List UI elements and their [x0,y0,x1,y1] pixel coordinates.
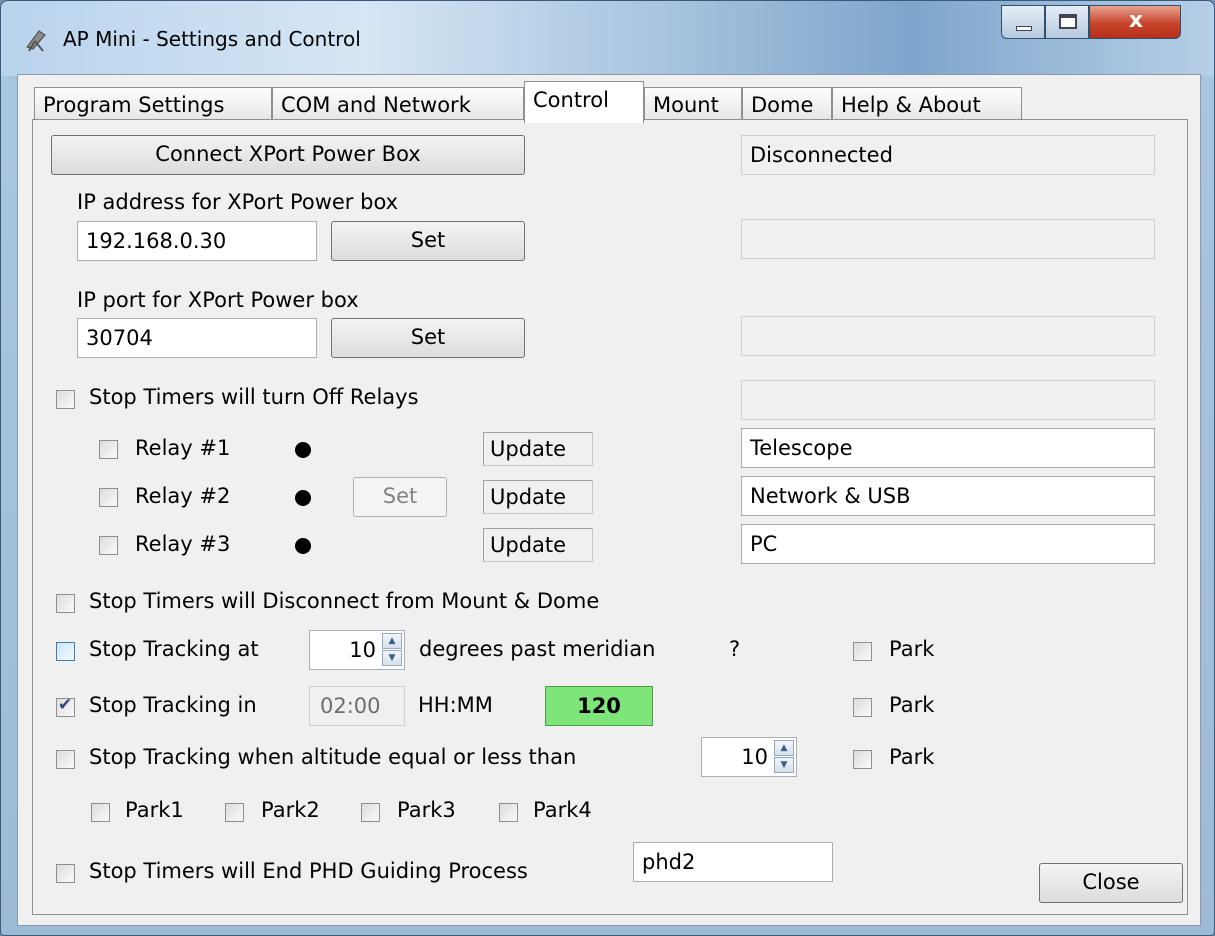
tab-help-about[interactable]: Help & About [832,87,1022,123]
ip-port-input[interactable]: 30704 [77,318,317,358]
spin-up-icon[interactable]: ▲ [382,633,402,649]
client-area: Program Settings COM and Network Control… [17,74,1201,926]
close-button[interactable]: Close [1039,863,1183,903]
maximize-icon [1059,14,1077,29]
relay-2-label: Relay #2 [135,484,231,508]
relay-3-indicator [295,538,311,554]
park1-label: Park1 [125,798,184,822]
stop-altitude-checkbox[interactable] [56,750,75,769]
ip-status-field [741,219,1155,259]
relay-1-checkbox[interactable] [99,440,118,459]
park2-checkbox[interactable] [225,803,244,822]
time-park-label: Park [889,693,935,717]
port-set-button[interactable]: Set [331,318,525,358]
relay-1-update[interactable]: Update [483,432,593,466]
phd-process-input[interactable]: phd2 [633,842,833,882]
relay-2-update[interactable]: Update [483,480,593,514]
control-panel: Connect XPort Power Box Disconnected IP … [32,119,1188,915]
stop-phd-label: Stop Timers will End PHD Guiding Process [89,859,528,883]
meridian-park-checkbox[interactable] [853,642,872,661]
ip-address-label: IP address for XPort Power box [77,190,399,214]
relay-1-label: Relay #1 [135,436,231,460]
relay-1-indicator [295,442,311,458]
close-icon: x [1128,8,1144,33]
stop-meridian-checkbox[interactable] [56,642,75,661]
relay-2-set-button[interactable]: Set [353,477,447,517]
stop-phd-checkbox[interactable] [56,864,75,883]
altitude-park-label: Park [889,745,935,769]
telescope-icon [26,30,46,52]
maximize-button[interactable] [1045,5,1089,39]
stop-time-unit: HH:MM [418,693,493,717]
park4-label: Park4 [533,798,592,822]
time-park-checkbox[interactable] [853,698,872,717]
tab-program-settings[interactable]: Program Settings [34,87,272,123]
port-status-field [741,316,1155,356]
meridian-degrees-value: 10 [349,638,376,662]
park4-checkbox[interactable] [499,803,518,822]
tab-com-and-network[interactable]: COM and Network [272,87,524,123]
connection-status-field: Disconnected [741,135,1155,175]
stop-disconnect-checkbox[interactable] [56,594,75,613]
relay-1-name-input[interactable]: Telescope [741,428,1155,468]
relays-status-field [741,380,1155,420]
title-bar[interactable]: AP Mini - Settings and Control x [1,1,1214,76]
park1-checkbox[interactable] [91,803,110,822]
meridian-suffix: degrees past meridian [419,637,656,661]
altitude-value: 10 [741,745,768,769]
app-window: AP Mini - Settings and Control x Program… [0,0,1215,936]
meridian-spin-arrows[interactable]: ▲ ▼ [382,633,402,667]
connect-xport-button[interactable]: Connect XPort Power Box [51,135,525,175]
relay-2-checkbox[interactable] [99,488,118,507]
minimize-icon [1016,26,1032,31]
stop-relays-label: Stop Timers will turn Off Relays [89,385,419,409]
tab-mount[interactable]: Mount [644,87,742,123]
altitude-park-checkbox[interactable] [853,750,872,769]
close-window-button[interactable]: x [1089,5,1181,39]
park3-label: Park3 [397,798,456,822]
relay-3-checkbox[interactable] [99,536,118,555]
stop-time-label: Stop Tracking in [89,693,257,717]
spin-up-icon[interactable]: ▲ [774,740,794,756]
spin-down-icon[interactable]: ▼ [382,650,402,666]
meridian-park-label: Park [889,637,935,661]
stop-time-input[interactable]: 02:00 [309,686,405,726]
stop-relays-checkbox[interactable] [56,390,75,409]
tab-control[interactable]: Control [524,81,644,123]
meridian-degrees-spinner[interactable]: 10 ▲ ▼ [309,630,405,670]
stop-disconnect-label: Stop Timers will Disconnect from Mount &… [89,589,600,613]
stop-meridian-label: Stop Tracking at [89,637,259,661]
park2-label: Park2 [261,798,320,822]
ip-set-button[interactable]: Set [331,221,525,261]
ip-address-input[interactable]: 192.168.0.30 [77,221,317,261]
minimize-button[interactable] [1001,5,1045,39]
window-title: AP Mini - Settings and Control [63,27,361,51]
relay-2-indicator [295,490,311,506]
tab-dome[interactable]: Dome [742,87,832,123]
relay-3-update[interactable]: Update [483,528,593,562]
stop-altitude-label: Stop Tracking when altitude equal or les… [89,745,577,769]
spin-down-icon[interactable]: ▼ [774,757,794,773]
ip-port-label: IP port for XPort Power box [77,288,359,312]
stop-time-checkbox[interactable] [56,695,75,717]
stop-time-minutes: 120 [545,686,653,726]
relay-2-name-input[interactable]: Network & USB [741,476,1155,516]
relay-3-label: Relay #3 [135,532,231,556]
meridian-help[interactable]: ? [729,637,740,661]
park3-checkbox[interactable] [361,803,380,822]
altitude-spin-arrows[interactable]: ▲ ▼ [774,740,794,774]
altitude-spinner[interactable]: 10 ▲ ▼ [701,737,797,777]
relay-3-name-input[interactable]: PC [741,524,1155,564]
